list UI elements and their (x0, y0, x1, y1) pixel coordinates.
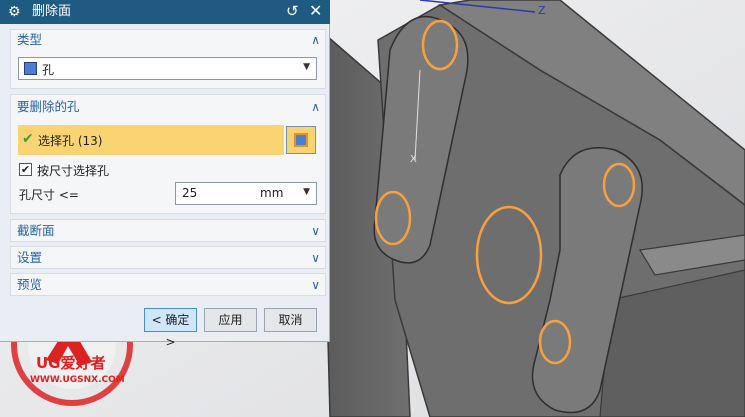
size-filter-checkbox[interactable]: ✔ (19, 163, 32, 176)
hole-size-input[interactable]: 25 mm ▼ (175, 182, 317, 205)
chevron-up-icon[interactable]: ∧ (311, 29, 320, 51)
dialog-title: 删除面 (32, 4, 72, 19)
remove-face-dialog: ⚙ 删除面 ↺ ✕ 类型 ∧ 孔 ▼ 要删除的孔 ∧ ✔ 选择孔 (13) ✔ … (0, 0, 330, 349)
dialog-titlebar: ⚙ 删除面 ↺ ✕ (0, 0, 330, 24)
cancel-button[interactable]: 取消 (264, 308, 317, 332)
hole-type-icon (24, 62, 37, 75)
checkmark-icon: ✔ (22, 131, 34, 147)
type-dropdown-value: 孔 (42, 63, 55, 77)
type-section-header[interactable]: 类型 ∧ (10, 29, 326, 51)
close-icon[interactable]: ✕ (309, 1, 322, 21)
type-section-label: 类型 (17, 32, 43, 47)
chevron-down-icon[interactable]: ∨ (311, 220, 320, 242)
chevron-down-icon[interactable]: ▼ (303, 187, 310, 197)
axis-x-marker: X (410, 154, 417, 165)
chevron-down-icon: ▼ (303, 62, 310, 72)
reset-icon[interactable]: ↺ (286, 2, 299, 20)
preview-section-label: 预览 (17, 277, 43, 292)
select-cube-icon (294, 133, 308, 147)
type-dropdown[interactable]: 孔 ▼ (18, 57, 317, 80)
cross-section-header[interactable]: 截断面 ∨ (10, 220, 326, 242)
hole-size-label: 孔尺寸 <= (19, 188, 79, 202)
select-object-button[interactable] (286, 126, 316, 154)
chevron-down-icon[interactable]: ∨ (311, 274, 320, 296)
axis-z-label: Z (538, 4, 546, 17)
apply-button[interactable]: 应用 (204, 308, 257, 332)
gear-icon[interactable]: ⚙ (8, 3, 21, 21)
watermark-url: WWW.UGSNX.COM (30, 375, 125, 385)
chevron-up-icon[interactable]: ∧ (311, 96, 320, 118)
size-filter-label: 按尺寸选择孔 (37, 164, 110, 178)
cross-section-label: 截断面 (17, 223, 55, 238)
watermark-brand: UG爱好者 (36, 354, 106, 372)
hole-size-value: 25 (182, 186, 198, 200)
hole-size-unit: mm (260, 186, 284, 200)
chevron-down-icon[interactable]: ∨ (311, 247, 320, 269)
preview-section-header[interactable]: 预览 ∨ (10, 274, 326, 296)
select-holes-row[interactable]: ✔ 选择孔 (13) (18, 125, 284, 155)
holes-section-header[interactable]: 要删除的孔 ∧ (10, 96, 326, 118)
holes-section-label: 要删除的孔 (17, 99, 80, 114)
select-holes-label: 选择孔 (13) (38, 134, 103, 148)
settings-section-header[interactable]: 设置 ∨ (10, 247, 326, 269)
ok-button[interactable]: < 确定 > (144, 308, 197, 349)
settings-section-label: 设置 (17, 250, 43, 265)
